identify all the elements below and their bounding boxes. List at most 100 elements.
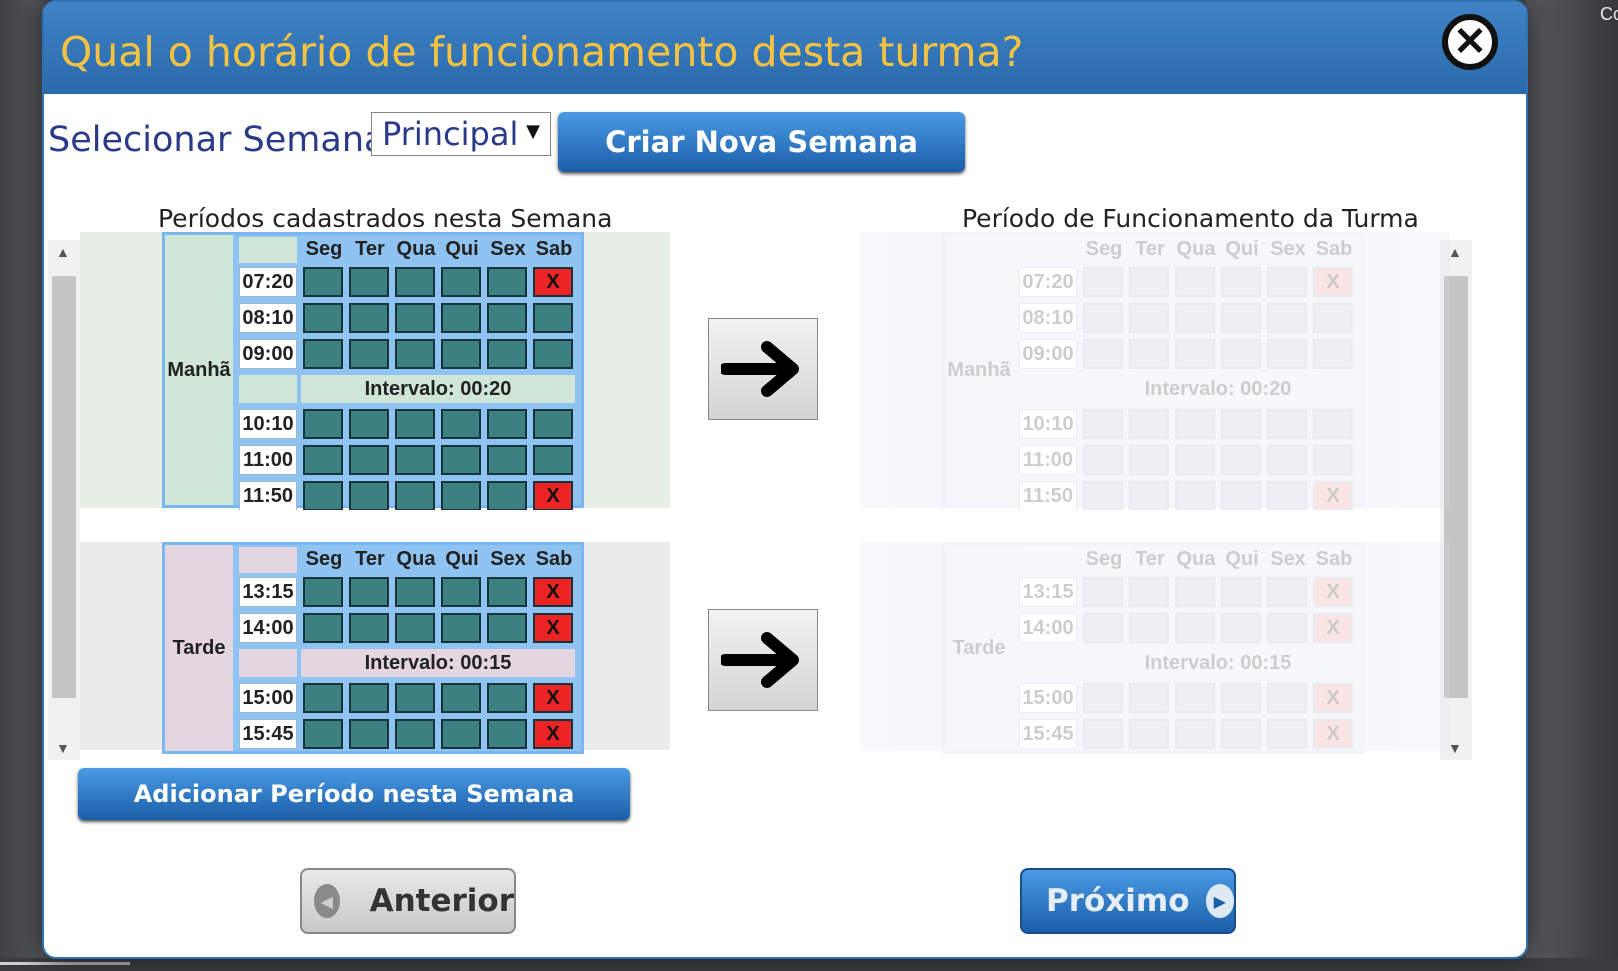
schedule-slot[interactable] [1221,719,1261,749]
schedule-slot[interactable] [487,303,527,333]
schedule-slot[interactable] [395,683,435,713]
schedule-slot[interactable] [1129,339,1169,369]
schedule-slot[interactable] [1221,267,1261,297]
schedule-slot[interactable] [487,445,527,475]
schedule-slot[interactable] [441,683,481,713]
schedule-slot[interactable] [349,267,389,297]
schedule-slot[interactable] [303,409,343,439]
schedule-slot[interactable] [1221,613,1261,643]
left-scrollbar[interactable]: ▲ ▼ [48,240,80,760]
schedule-slot[interactable] [349,303,389,333]
schedule-slot[interactable] [1083,481,1123,511]
schedule-slot[interactable] [1083,303,1123,333]
schedule-slot[interactable] [303,267,343,297]
schedule-slot[interactable] [1267,267,1307,297]
schedule-slot[interactable] [487,683,527,713]
schedule-slot[interactable] [303,339,343,369]
blocked-slot[interactable]: X [1313,683,1353,713]
schedule-slot[interactable] [1221,303,1261,333]
schedule-slot[interactable] [303,445,343,475]
schedule-slot[interactable] [1221,339,1261,369]
schedule-slot[interactable] [1267,303,1307,333]
schedule-slot[interactable] [1129,445,1169,475]
schedule-slot[interactable] [1175,613,1215,643]
schedule-slot[interactable] [395,719,435,749]
schedule-slot[interactable] [395,613,435,643]
scroll-up-icon[interactable]: ▲ [1448,244,1462,260]
next-button[interactable]: Próximo ▶ [1020,868,1236,934]
schedule-slot[interactable] [395,303,435,333]
schedule-slot[interactable] [1175,303,1215,333]
schedule-slot[interactable] [1175,577,1215,607]
schedule-slot[interactable] [487,481,527,511]
schedule-slot[interactable] [441,719,481,749]
schedule-slot[interactable] [1267,339,1307,369]
schedule-slot[interactable] [487,409,527,439]
schedule-slot[interactable] [1083,683,1123,713]
schedule-slot[interactable] [1313,303,1353,333]
schedule-slot[interactable] [1267,481,1307,511]
schedule-slot[interactable] [487,719,527,749]
blocked-slot[interactable]: X [533,267,573,297]
schedule-slot[interactable] [1313,409,1353,439]
schedule-slot[interactable] [441,577,481,607]
schedule-slot[interactable] [441,267,481,297]
blocked-slot[interactable]: X [1313,613,1353,643]
schedule-slot[interactable] [487,267,527,297]
schedule-slot[interactable] [441,409,481,439]
schedule-slot[interactable] [303,577,343,607]
scroll-thumb[interactable] [52,276,76,698]
blocked-slot[interactable]: X [533,719,573,749]
schedule-slot[interactable] [1267,719,1307,749]
schedule-slot[interactable] [349,339,389,369]
schedule-slot[interactable] [441,339,481,369]
schedule-slot[interactable] [441,303,481,333]
blocked-slot[interactable]: X [533,613,573,643]
blocked-slot[interactable]: X [1313,481,1353,511]
schedule-slot[interactable] [533,303,573,333]
week-select[interactable]: Principal ▼ [371,112,551,156]
schedule-slot[interactable] [1083,339,1123,369]
schedule-slot[interactable] [349,409,389,439]
schedule-slot[interactable] [1129,267,1169,297]
schedule-slot[interactable] [1129,719,1169,749]
schedule-slot[interactable] [1175,339,1215,369]
transfer-morning-button[interactable] [708,318,818,420]
schedule-slot[interactable] [349,577,389,607]
schedule-slot[interactable] [1267,613,1307,643]
schedule-slot[interactable] [1083,445,1123,475]
schedule-slot[interactable] [1221,445,1261,475]
schedule-slot[interactable] [1267,577,1307,607]
blocked-slot[interactable]: X [533,683,573,713]
schedule-slot[interactable] [1267,409,1307,439]
schedule-slot[interactable] [533,409,573,439]
schedule-slot[interactable] [395,409,435,439]
schedule-slot[interactable] [1175,683,1215,713]
schedule-slot[interactable] [1313,445,1353,475]
previous-button[interactable]: ◀ Anterior [300,868,516,934]
schedule-slot[interactable] [1083,409,1123,439]
schedule-slot[interactable] [533,445,573,475]
schedule-slot[interactable] [487,339,527,369]
schedule-slot[interactable] [441,613,481,643]
schedule-slot[interactable] [487,577,527,607]
schedule-slot[interactable] [1129,683,1169,713]
schedule-slot[interactable] [395,339,435,369]
close-icon[interactable]: ✕ [1442,14,1498,70]
schedule-slot[interactable] [1083,577,1123,607]
schedule-slot[interactable] [533,339,573,369]
schedule-slot[interactable] [303,303,343,333]
schedule-slot[interactable] [349,613,389,643]
schedule-slot[interactable] [1175,267,1215,297]
schedule-slot[interactable] [1175,445,1215,475]
transfer-afternoon-button[interactable] [708,609,818,711]
schedule-slot[interactable] [395,577,435,607]
schedule-slot[interactable] [1083,613,1123,643]
scroll-down-icon[interactable]: ▼ [56,740,70,756]
schedule-slot[interactable] [303,613,343,643]
schedule-slot[interactable] [1083,719,1123,749]
create-week-button[interactable]: Criar Nova Semana [558,112,965,172]
schedule-slot[interactable] [303,719,343,749]
schedule-slot[interactable] [1129,481,1169,511]
schedule-slot[interactable] [303,481,343,511]
